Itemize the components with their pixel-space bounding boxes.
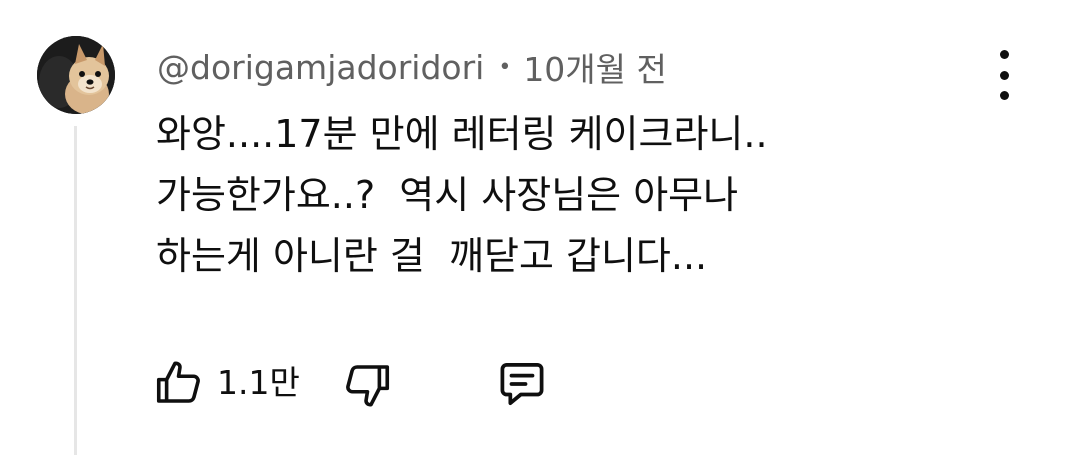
comment-header: @dorigamjadoridori • 10개월 전 xyxy=(157,42,667,92)
dislike-button[interactable] xyxy=(340,358,394,412)
like-count: 1.1만 xyxy=(217,363,300,402)
comment-line: 와앙....17분 만에 레터링 케이크라니.. xyxy=(156,112,768,156)
comment-text: 와앙....17분 만에 레터링 케이크라니.. 가능한가요..? 역시 사장님… xyxy=(156,104,956,287)
reply-comment-icon xyxy=(500,363,544,405)
reply-button[interactable] xyxy=(494,356,550,412)
author-name[interactable]: @dorigamjadoridori xyxy=(157,48,484,87)
thread-line xyxy=(74,126,77,455)
comment-line: 하는게 아니란 걸 깨닫고 갑니다... xyxy=(156,234,708,278)
more-options-button[interactable] xyxy=(984,50,1024,100)
header-separator: • xyxy=(498,54,512,80)
thumbs-down-icon xyxy=(346,365,390,407)
more-vertical-icon xyxy=(999,50,1009,59)
thumbs-up-icon xyxy=(156,361,200,403)
avatar[interactable] xyxy=(37,36,115,114)
pomeranian-dog-avatar-icon xyxy=(37,36,115,114)
comment-line: 가능한가요..? 역시 사장님은 아무나 xyxy=(156,173,739,217)
like-button[interactable] xyxy=(152,356,206,410)
comment-timestamp[interactable]: 10개월 전 xyxy=(523,43,667,91)
